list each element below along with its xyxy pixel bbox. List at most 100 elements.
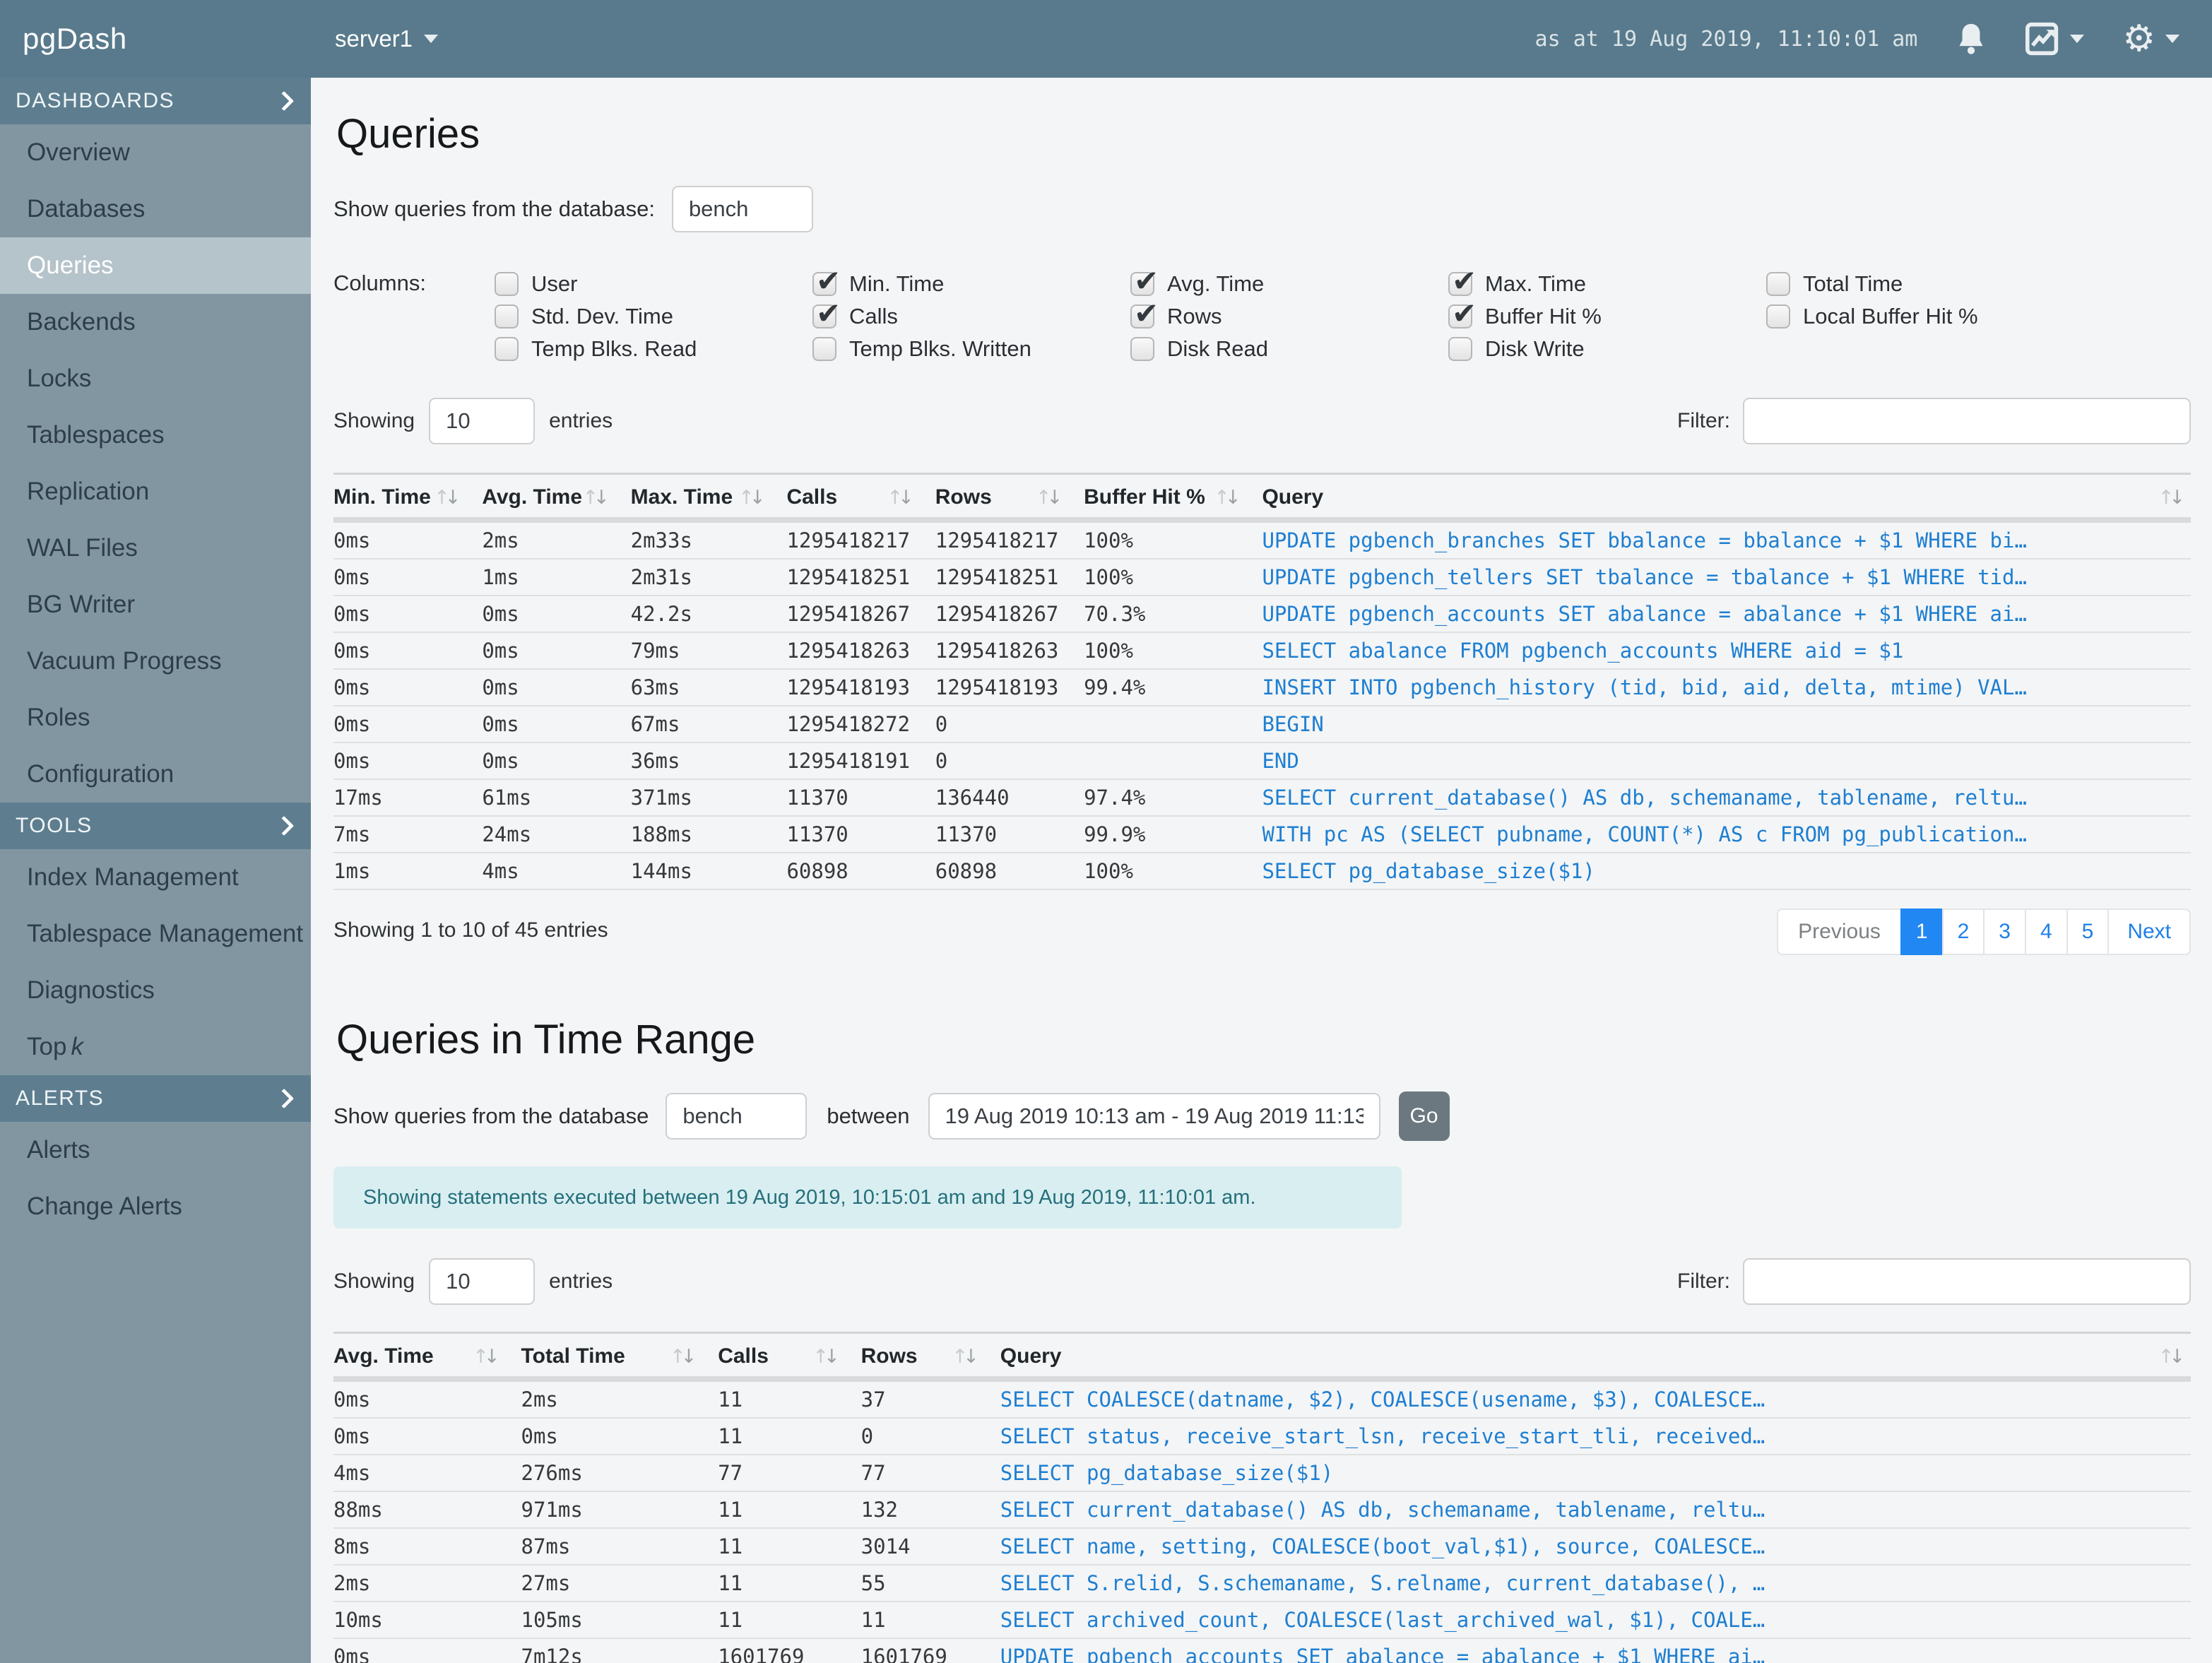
sidebar-item-tablespaces[interactable]: Tablespaces <box>0 407 311 463</box>
column-checkbox-rows[interactable]: ✔ Rows <box>1130 296 1448 333</box>
column-checkbox-local-buffer-hit[interactable]: Local Buffer Hit % <box>1766 300 2084 333</box>
notifications-button[interactable] <box>1956 21 1987 57</box>
column-checkbox-std-dev-time[interactable]: Std. Dev. Time <box>495 300 812 333</box>
query-link[interactable]: UPDATE pgbench_accounts SET abalance = a… <box>1262 602 2027 626</box>
database-input[interactable] <box>671 186 813 232</box>
column-checkbox-user[interactable]: User <box>495 268 812 300</box>
column-checkbox-temp-blks-read[interactable]: Temp Blks. Read <box>495 333 812 365</box>
query-link[interactable]: WITH pc AS (SELECT pubname, COUNT(*) AS … <box>1262 822 2027 846</box>
column-header-total-time[interactable]: Total Time ↑↓ <box>521 1332 718 1382</box>
column-checkbox-temp-blks-written[interactable]: Temp Blks. Written <box>812 333 1130 365</box>
query-link[interactable]: SELECT pg_database_size($1) <box>1262 859 1595 883</box>
column-header-rows[interactable]: Rows ↑↓ <box>860 1332 1000 1382</box>
filter-input[interactable] <box>1743 398 2191 444</box>
column-header-calls[interactable]: Calls ↑↓ <box>718 1332 861 1382</box>
sidebar-item-change-alerts[interactable]: Change Alerts <box>0 1178 311 1235</box>
sidebar-section-alerts[interactable]: ALERTS <box>0 1075 311 1122</box>
checkbox-checked[interactable]: ✔ <box>1130 264 1159 298</box>
entries-count-input-2[interactable] <box>429 1258 536 1305</box>
sidebar-item-roles[interactable]: Roles <box>0 690 311 746</box>
checkbox-checked[interactable]: ✔ <box>812 264 841 298</box>
query-link[interactable]: SELECT pg_database_size($1) <box>1000 1461 1333 1485</box>
sidebar-item-replication[interactable]: Replication <box>0 463 311 520</box>
column-checkbox-disk-read[interactable]: Disk Read <box>1130 333 1448 365</box>
sidebar-item-backends[interactable]: Backends <box>0 294 311 350</box>
column-header-max-time[interactable]: Max. Time ↑↓ <box>630 473 787 523</box>
checkbox-checked[interactable]: ✔ <box>1448 264 1477 298</box>
sidebar-item-vacuum-progress[interactable]: Vacuum Progress <box>0 633 311 690</box>
column-checkbox-buffer-hit[interactable]: ✔ Buffer Hit % <box>1448 296 1766 333</box>
query-link[interactable]: INSERT INTO pgbench_history (tid, bid, a… <box>1262 675 2027 699</box>
query-link[interactable]: SELECT COALESCE(datname, $2), COALESCE(u… <box>1000 1387 1766 1412</box>
charts-menu-button[interactable] <box>2025 22 2085 56</box>
sidebar-section-dashboards[interactable]: DASHBOARDS <box>0 78 311 124</box>
sidebar-item-locks[interactable]: Locks <box>0 350 311 407</box>
checkbox-checked[interactable]: ✔ <box>1448 296 1477 331</box>
table-cell: 1ms <box>333 853 483 890</box>
query-link[interactable]: SELECT name, setting, COALESCE(boot_val,… <box>1000 1534 1766 1558</box>
settings-menu-button[interactable]: ⚙ <box>2122 20 2180 57</box>
query-link[interactable]: UPDATE pgbench_branches SET bbalance = b… <box>1262 528 2027 552</box>
sidebar-item-databases[interactable]: Databases <box>0 181 311 237</box>
checkbox-checked[interactable]: ✔ <box>812 296 841 331</box>
sidebar-section-tools[interactable]: TOOLS <box>0 803 311 849</box>
pagination-page-2[interactable]: 2 <box>1941 909 1985 955</box>
column-checkbox-calls[interactable]: ✔ Calls <box>812 296 1130 333</box>
column-checkbox-avg-time[interactable]: ✔ Avg. Time <box>1130 264 1448 300</box>
query-link[interactable]: SELECT archived_count, COALESCE(last_arc… <box>1000 1608 1766 1632</box>
checkbox-checked[interactable]: ✔ <box>1130 296 1159 331</box>
checkbox-unchecked[interactable] <box>1448 337 1472 361</box>
go-button[interactable]: Go <box>1398 1091 1450 1141</box>
sidebar-item-diagnostics[interactable]: Diagnostics <box>0 962 311 1019</box>
column-header-buffer-hit[interactable]: Buffer Hit % ↑↓ <box>1084 473 1262 523</box>
column-header-query[interactable]: Query ↑↓ <box>1000 1332 2191 1382</box>
sidebar-item-queries[interactable]: Queries <box>0 237 311 294</box>
checkbox-unchecked[interactable] <box>1766 272 1790 296</box>
checkbox-unchecked[interactable] <box>495 304 519 329</box>
sidebar-item-wal-files[interactable]: WAL Files <box>0 520 311 576</box>
column-checkbox-total-time[interactable]: Total Time <box>1766 268 2084 300</box>
column-header-calls[interactable]: Calls ↑↓ <box>786 473 935 523</box>
date-range-input[interactable] <box>928 1093 1380 1140</box>
sidebar-item-top-k[interactable]: Top k <box>0 1019 311 1075</box>
sidebar-item-index-management[interactable]: Index Management <box>0 849 311 906</box>
query-link[interactable]: UPDATE pgbench_accounts SET abalance = a… <box>1000 1645 1766 1663</box>
pagination-previous[interactable]: Previous <box>1777 909 1902 955</box>
checkbox-unchecked[interactable] <box>1130 337 1154 361</box>
sidebar-item-overview[interactable]: Overview <box>0 124 311 181</box>
server-dropdown[interactable]: server1 <box>335 25 439 52</box>
checkbox-unchecked[interactable] <box>495 337 519 361</box>
column-header-query[interactable]: Query ↑↓ <box>1262 473 2191 523</box>
sidebar-item-tablespace-management[interactable]: Tablespace Management <box>0 906 311 962</box>
pagination-page-4[interactable]: 4 <box>2024 909 2068 955</box>
checkbox-unchecked[interactable] <box>812 337 836 361</box>
pagination-page-3[interactable]: 3 <box>1983 909 2026 955</box>
column-header-avg-time[interactable]: Avg. Time ↑↓ <box>333 1332 521 1382</box>
query-link[interactable]: END <box>1262 749 1299 773</box>
filter-input-2[interactable] <box>1743 1258 2191 1305</box>
column-header-min-time[interactable]: Min. Time ↑↓ <box>333 473 483 523</box>
checkbox-unchecked[interactable] <box>1766 304 1790 329</box>
query-link[interactable]: SELECT S.relid, S.schemaname, S.relname,… <box>1000 1571 1766 1595</box>
column-checkbox-max-time[interactable]: ✔ Max. Time <box>1448 264 1766 300</box>
query-link[interactable]: SELECT current_database() AS db, scheman… <box>1000 1498 1766 1522</box>
sidebar-item-configuration[interactable]: Configuration <box>0 746 311 803</box>
brand-logo[interactable]: pgDash <box>0 22 311 56</box>
sidebar-item-bg-writer[interactable]: BG Writer <box>0 576 311 633</box>
query-link[interactable]: SELECT current_database() AS db, scheman… <box>1262 786 2027 810</box>
column-header-rows[interactable]: Rows ↑↓ <box>935 473 1084 523</box>
database-input-2[interactable] <box>666 1093 808 1140</box>
query-link[interactable]: SELECT abalance FROM pgbench_accounts WH… <box>1262 639 1903 663</box>
column-header-avg-time[interactable]: Avg. Time ↑↓ <box>482 473 631 523</box>
query-link[interactable]: UPDATE pgbench_tellers SET tbalance = tb… <box>1262 565 2027 589</box>
pagination-page-1[interactable]: 1 <box>1900 909 1944 955</box>
query-link[interactable]: SELECT status, receive_start_lsn, receiv… <box>1000 1424 1766 1448</box>
checkbox-unchecked[interactable] <box>495 272 519 296</box>
pagination-page-5[interactable]: 5 <box>2066 909 2110 955</box>
entries-count-input[interactable] <box>429 398 536 444</box>
sidebar-item-alerts[interactable]: Alerts <box>0 1122 311 1178</box>
column-checkbox-disk-write[interactable]: Disk Write <box>1448 333 1766 365</box>
pagination-next[interactable]: Next <box>2107 909 2191 955</box>
query-link[interactable]: BEGIN <box>1262 712 1323 736</box>
column-checkbox-min-time[interactable]: ✔ Min. Time <box>812 264 1130 300</box>
